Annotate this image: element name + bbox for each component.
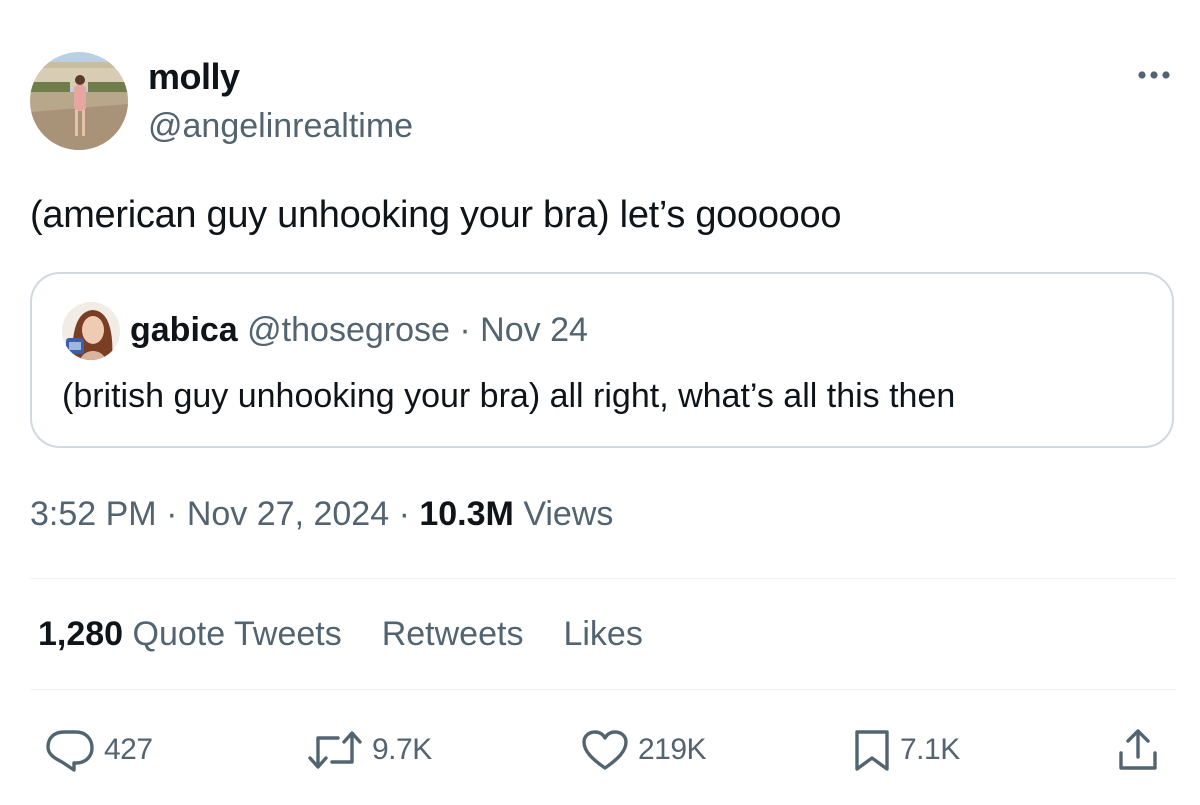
bookmark-icon [852, 728, 892, 772]
bookmark-count: 7.1K [900, 733, 960, 766]
author-display-name[interactable]: molly [148, 56, 240, 98]
retweet-count: 9.7K [372, 733, 432, 766]
quoted-tweet-text: (british guy unhooking your bra) all rig… [62, 377, 956, 415]
quote-tweets-label: Quote Tweets [132, 615, 342, 653]
retweet-icon [306, 728, 364, 772]
bookmark-button[interactable]: 7.1K [852, 728, 960, 772]
tweet-text: (american guy unhooking your bra) let’s … [30, 194, 842, 236]
retweet-button[interactable]: 9.7K [306, 728, 432, 772]
share-icon [1116, 727, 1160, 773]
likes-link[interactable]: Likes [563, 614, 642, 654]
engagement-stats: 1,280 Quote Tweets Retweets Likes [38, 614, 683, 654]
timestamp-separator: · [166, 495, 178, 533]
author-avatar[interactable] [30, 52, 128, 150]
quoted-tweet-date[interactable]: Nov 24 [480, 311, 588, 349]
quote-tweets-link[interactable]: 1,280 Quote Tweets [38, 614, 342, 654]
quoted-author-handle[interactable]: @thosegrose [247, 311, 450, 349]
quoted-separator: · [459, 311, 471, 349]
divider-bottom [30, 689, 1176, 690]
tweet-timestamp-row: 3:52 PM · Nov 27, 2024 · 10.3M Views [30, 494, 613, 534]
tweet-date[interactable]: Nov 27, 2024 [187, 495, 389, 533]
divider-top [30, 578, 1176, 579]
quoted-tweet-header: gabica @thosegrose · Nov 24 [130, 310, 588, 350]
quote-tweets-count: 1,280 [38, 615, 124, 653]
retweets-link[interactable]: Retweets [382, 614, 524, 654]
views-label: Views [523, 495, 614, 533]
share-button[interactable] [1116, 728, 1160, 772]
author-handle[interactable]: @angelinrealtime [148, 106, 413, 146]
quoted-author-display-name[interactable]: gabica [130, 311, 238, 349]
quoted-tweet-card[interactable]: gabica @thosegrose · Nov 24 (british guy… [30, 272, 1174, 448]
reply-icon [44, 728, 96, 772]
like-count: 219K [638, 733, 707, 766]
reply-button[interactable]: 427 [44, 728, 153, 772]
quoted-author-avatar[interactable] [62, 302, 120, 360]
more-horizontal-icon[interactable] [1134, 60, 1174, 90]
views-separator: · [398, 495, 410, 533]
views-count: 10.3M [419, 495, 514, 533]
like-button[interactable]: 219K [580, 728, 707, 772]
tweet-time[interactable]: 3:52 PM [30, 495, 157, 533]
heart-icon [580, 728, 630, 772]
reply-count: 427 [104, 733, 153, 766]
